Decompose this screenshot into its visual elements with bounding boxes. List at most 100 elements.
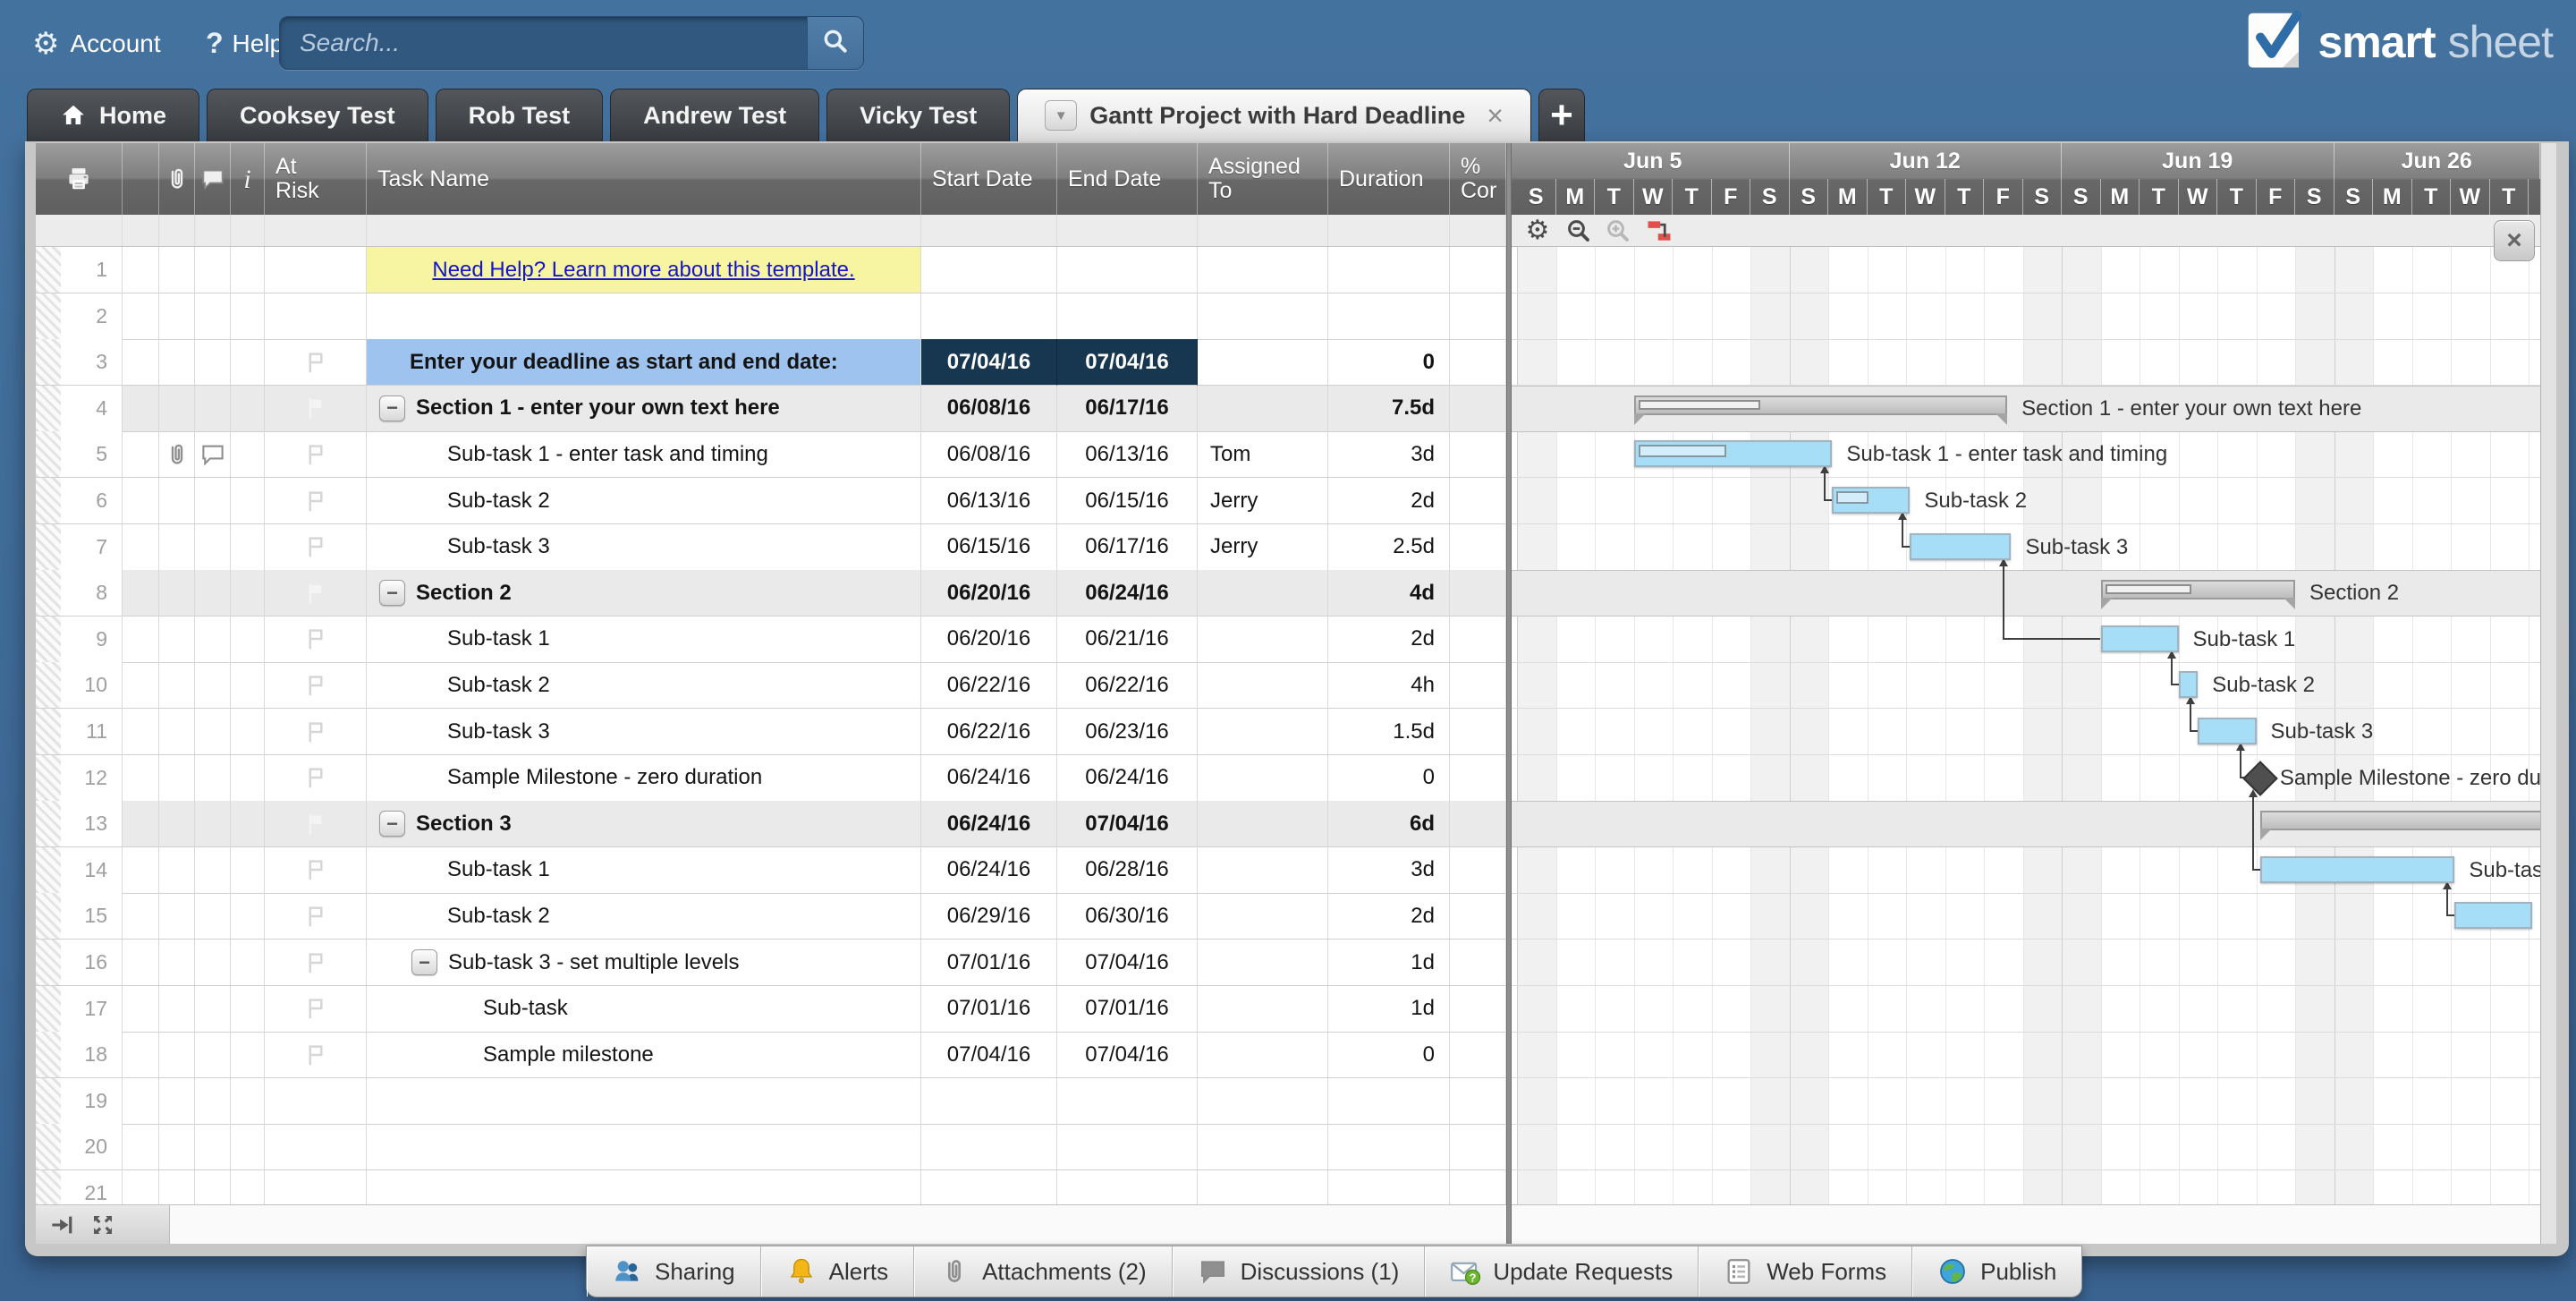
duration-cell[interactable] [1328, 247, 1450, 293]
percent-complete-cell[interactable] [1450, 1124, 1506, 1171]
toolbar-sharing[interactable]: Sharing [587, 1246, 761, 1297]
at-risk-cell[interactable] [265, 385, 367, 432]
row-number-15[interactable]: 15 [36, 893, 123, 940]
duration-cell[interactable] [1328, 1124, 1450, 1171]
attachment-cell[interactable] [159, 985, 195, 1033]
attachment-cell[interactable] [159, 1077, 195, 1125]
tab-active-sheet[interactable]: ▼ Gantt Project with Hard Deadline × [1017, 89, 1531, 141]
row-indicator-cell[interactable] [123, 893, 159, 940]
duration-cell[interactable]: 1d [1328, 940, 1450, 986]
start-date-cell[interactable]: 07/01/16 [921, 985, 1057, 1033]
percent-complete-cell[interactable] [1450, 1032, 1506, 1079]
comment-cell[interactable] [195, 523, 231, 571]
row-indicator-cell[interactable] [123, 431, 159, 479]
column-header-icon1[interactable] [123, 143, 159, 215]
task-name-cell[interactable]: − Sub-task 3 - set multiple levels [367, 940, 921, 986]
collapse-toggle[interactable]: − [379, 395, 405, 421]
info-cell[interactable] [231, 709, 265, 755]
percent-complete-cell[interactable] [1450, 846, 1506, 894]
attachment-cell[interactable] [159, 1124, 195, 1171]
critical-path-button[interactable] [1642, 217, 1676, 245]
assigned-to-cell[interactable] [1198, 754, 1328, 802]
comment-cell[interactable] [195, 846, 231, 894]
tab-vicky-test[interactable]: Vicky Test [826, 89, 1011, 141]
row-number-12[interactable]: 12 [36, 754, 123, 802]
row-indicator-cell[interactable] [123, 801, 159, 848]
attachment-cell[interactable] [159, 478, 195, 524]
comment-cell[interactable] [195, 616, 231, 663]
end-date-cell[interactable]: 06/13/16 [1057, 431, 1198, 479]
assigned-to-cell[interactable]: Jerry [1198, 523, 1328, 571]
end-date-cell[interactable]: 07/04/16 [1057, 1032, 1198, 1079]
at-risk-cell[interactable] [265, 570, 367, 617]
task-name-cell[interactable]: Sub-task 3 [367, 523, 921, 571]
end-date-cell[interactable]: 06/24/16 [1057, 570, 1198, 617]
at-risk-cell[interactable] [265, 523, 367, 571]
toolbar-attachments-[interactable]: Attachments (2) [914, 1246, 1173, 1297]
duration-cell[interactable]: 6d [1328, 801, 1450, 848]
percent-complete-cell[interactable] [1450, 1077, 1506, 1125]
comment-cell[interactable] [195, 1077, 231, 1125]
task-name-cell[interactable]: Sample milestone [367, 1032, 921, 1079]
task-name-cell[interactable]: Sub-task 2 [367, 893, 921, 940]
comment-cell[interactable] [195, 478, 231, 524]
summary-bar[interactable] [1633, 395, 2008, 425]
row-number-4[interactable]: 4 [36, 385, 123, 432]
duration-cell[interactable]: 2d [1328, 616, 1450, 663]
tab-andrew-test[interactable]: Andrew Test [610, 89, 820, 141]
duration-cell[interactable]: 2d [1328, 478, 1450, 524]
comment-cell[interactable] [195, 754, 231, 802]
task-name-cell[interactable] [367, 1124, 921, 1171]
gantt-horizontal-scroll-strip[interactable] [1512, 1204, 2540, 1244]
comment-cell[interactable] [195, 247, 231, 293]
info-cell[interactable] [231, 616, 265, 663]
assigned-to-cell[interactable] [1198, 940, 1328, 986]
column-header-task-name[interactable]: Task Name [367, 143, 921, 215]
account-menu[interactable]: ⚙ Account [32, 0, 161, 87]
chevron-down-icon[interactable]: ▼ [1045, 100, 1078, 131]
at-risk-cell[interactable] [265, 662, 367, 710]
comment-cell[interactable] [195, 662, 231, 710]
attachment-cell[interactable] [159, 385, 195, 432]
assigned-to-cell[interactable] [1198, 247, 1328, 293]
percent-complete-cell[interactable] [1450, 709, 1506, 755]
end-date-cell[interactable] [1057, 1077, 1198, 1125]
at-risk-cell[interactable] [265, 1032, 367, 1079]
comment-cell[interactable] [195, 893, 231, 940]
column-header-end-date[interactable]: End Date [1057, 143, 1198, 215]
duration-cell[interactable] [1328, 293, 1450, 340]
task-name-cell[interactable]: Sample Milestone - zero duration [367, 754, 921, 802]
comment-cell[interactable] [195, 293, 231, 340]
at-risk-cell[interactable] [265, 1077, 367, 1125]
end-date-cell[interactable] [1057, 293, 1198, 340]
start-date-cell[interactable] [921, 1124, 1057, 1171]
task-bar[interactable] [1633, 440, 1833, 468]
end-date-cell[interactable] [1057, 1124, 1198, 1171]
column-header-at-risk[interactable]: At Risk [265, 143, 367, 215]
comment-cell[interactable] [195, 940, 231, 986]
toolbar-discussions-[interactable]: Discussions (1) [1173, 1246, 1426, 1297]
attachment-cell[interactable] [159, 431, 195, 479]
row-number-20[interactable]: 20 [36, 1124, 123, 1171]
comment-cell[interactable] [195, 385, 231, 432]
help-menu[interactable]: ? Help [206, 0, 284, 87]
start-date-cell[interactable]: 06/24/16 [921, 754, 1057, 802]
zoom-in-button[interactable] [1601, 217, 1635, 245]
attachment-cell[interactable] [159, 662, 195, 710]
end-date-cell[interactable]: 07/04/16 [1057, 801, 1198, 848]
row-number-18[interactable]: 18 [36, 1032, 123, 1079]
row-number-17[interactable]: 17 [36, 985, 123, 1033]
info-cell[interactable] [231, 385, 265, 432]
column-header-icon0[interactable] [36, 143, 123, 215]
duration-cell[interactable]: 7.5d [1328, 385, 1450, 432]
percent-complete-cell[interactable] [1450, 893, 1506, 940]
row-number-19[interactable]: 19 [36, 1077, 123, 1125]
at-risk-cell[interactable] [265, 616, 367, 663]
row-number-1[interactable]: 1 [36, 247, 123, 293]
percent-complete-cell[interactable] [1450, 985, 1506, 1033]
task-name-cell[interactable]: Sub-task 1 [367, 616, 921, 663]
task-name-cell[interactable]: − Section 1 - enter your own text here [367, 385, 921, 432]
row-number-10[interactable]: 10 [36, 662, 123, 710]
start-date-cell[interactable]: 07/04/16 [921, 1032, 1057, 1079]
column-header-icon4[interactable]: i [231, 143, 265, 215]
